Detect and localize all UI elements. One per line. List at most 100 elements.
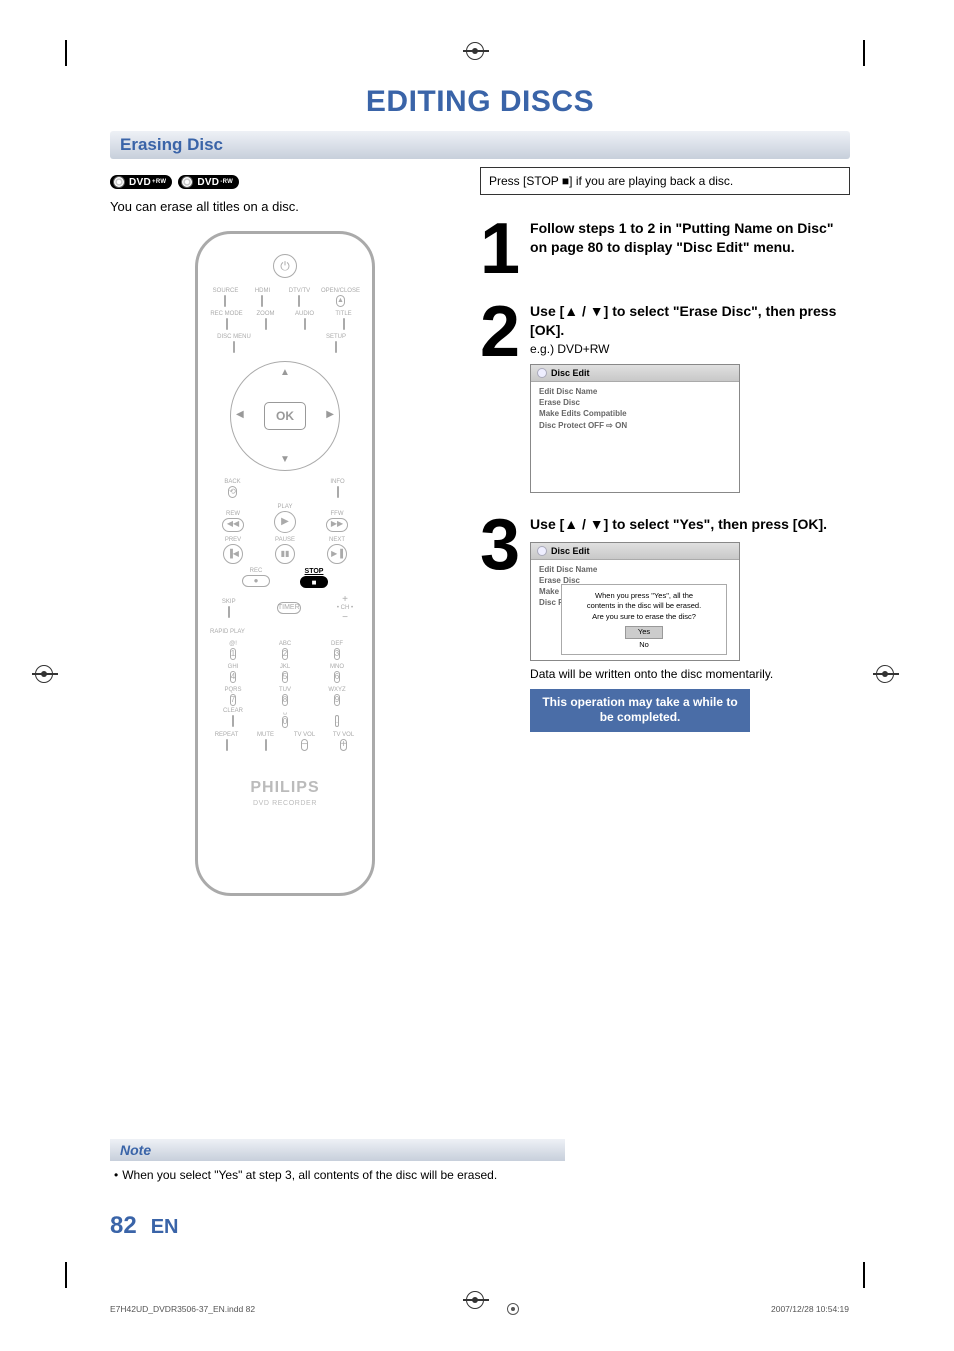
num-button: 6 <box>334 671 340 683</box>
page-footer: 82 EN <box>110 1212 179 1240</box>
btn-label: TV VOL <box>333 732 354 738</box>
vol-down-icon: − <box>301 739 309 751</box>
num-label: GHI <box>228 664 239 670</box>
popup-line: contents in the disc will be erased. <box>568 601 720 612</box>
generic-button <box>337 486 339 498</box>
btn-label: SKIP <box>222 599 236 605</box>
btn-label: ZOOM <box>257 311 275 317</box>
num-button: 8 <box>282 694 288 706</box>
menu-item: Edit Disc Name <box>539 564 731 575</box>
arrow-left-icon: ◀ <box>236 409 244 420</box>
eject-icon: ▲ <box>336 295 345 307</box>
num-label: WXYZ <box>328 687 345 693</box>
generic-button <box>228 606 230 618</box>
btn-label: REW <box>226 511 240 517</box>
page-number: 82 <box>110 1212 137 1240</box>
note-text: When you select "Yes" at step 3, all con… <box>122 1167 497 1184</box>
btn-label: SOURCE <box>213 288 239 294</box>
plus-icon: + <box>342 594 348 605</box>
btn-label: REPEAT <box>215 732 239 738</box>
rew-icon: ◀◀ <box>222 518 244 532</box>
num-button: 0 <box>282 716 288 728</box>
step-1: 1 Follow steps 1 to 2 in "Putting Name o… <box>480 219 850 280</box>
popup-option-yes: Yes <box>625 626 663 639</box>
registration-mark-icon <box>507 1303 519 1315</box>
minus-icon: − <box>342 612 348 623</box>
disc-icon <box>537 546 547 556</box>
generic-button <box>335 341 337 353</box>
btn-label: PAUSE <box>275 537 295 543</box>
btn-label: BACK <box>224 479 240 485</box>
dvd-rw-badge: DVD-RW <box>178 175 239 189</box>
disc-icon <box>537 368 547 378</box>
num-label: DEF <box>331 641 343 647</box>
num-label: ABC <box>279 641 291 647</box>
menu-item: Make Edits Compatible <box>539 408 731 419</box>
result-text: Data will be written onto the disc momen… <box>530 667 850 681</box>
btn-label: INFO <box>330 479 344 485</box>
brand-logo: PHILIPS <box>210 779 360 797</box>
menu-title: Disc Edit <box>531 365 739 382</box>
dpad: ▲ ▼ ◀ ▶ OK <box>230 361 340 471</box>
page-language: EN <box>151 1216 179 1239</box>
prerequisite-box: Press [STOP ■] if you are playing back a… <box>480 167 850 195</box>
btn-label: CLEAR <box>223 708 243 714</box>
stop-label: STOP <box>305 568 324 575</box>
num-button: 9 <box>334 694 340 706</box>
step-3: 3 Use [▲ / ▼] to select "Yes", then pres… <box>480 515 850 732</box>
press-text: Press [STOP ■] if you are playing back a… <box>489 174 733 188</box>
generic-button <box>298 295 300 307</box>
section-heading-bar: Erasing Disc <box>110 131 850 159</box>
step-text: Follow steps 1 to 2 in "Putting Name on … <box>530 219 850 257</box>
btn-label: REC MODE <box>210 311 242 317</box>
crop-mark-icon <box>65 1262 67 1288</box>
menu-title-text: Disc Edit <box>551 368 590 378</box>
print-footer: E7H42UD_DVDR3506-37_EN.indd 82 2007/12/2… <box>110 1303 849 1315</box>
note-box: Note When you select "Yes" at step 3, al… <box>110 1139 565 1190</box>
stop-button-highlighted: ■ <box>300 576 328 588</box>
menu-item: Disc Protect OFF ⇨ ON <box>539 420 731 431</box>
dot-button: . <box>335 715 339 727</box>
num-label: JKL <box>280 664 290 670</box>
btn-label: PREV <box>225 537 241 543</box>
num-button: 5 <box>282 671 288 683</box>
btn-label: DISC MENU <box>217 334 251 340</box>
btn-label: • CH • <box>337 605 353 611</box>
arrow-down-icon: ▼ <box>280 454 290 465</box>
btn-label: SETUP <box>326 334 346 340</box>
btn-label: ␣ <box>283 708 287 715</box>
disc-icon <box>181 176 193 188</box>
num-button: 4 <box>230 671 236 683</box>
arrow-up-icon: ▲ <box>280 367 290 378</box>
rec-icon: ● <box>242 575 270 587</box>
btn-label: NEXT <box>329 537 345 543</box>
num-button: 1 <box>230 648 236 660</box>
play-icon: ▶ <box>274 511 296 533</box>
btn-label: MUTE <box>257 732 274 738</box>
registration-mark-icon <box>466 42 484 60</box>
print-date: 2007/12/28 10:54:19 <box>771 1304 849 1314</box>
btn-label: RAPID PLAY <box>210 629 360 635</box>
page-title: EDITING DISCS <box>110 85 850 119</box>
disc-edit-menu-confirm: Disc Edit Edit Disc Name Erase Disc Make… <box>530 542 740 661</box>
btn-label: TITLE <box>335 311 351 317</box>
dvd-rw-badge: DVD+RW <box>110 175 172 189</box>
num-label: TUV <box>279 687 291 693</box>
popup-option-no: No <box>627 640 661 651</box>
generic-button <box>261 295 263 307</box>
generic-button <box>343 318 345 330</box>
pause-icon: ▮▮ <box>275 544 295 564</box>
menu-title: Disc Edit <box>531 543 739 560</box>
disc-edit-menu: Disc Edit Edit Disc Name Erase Disc Make… <box>530 364 740 493</box>
btn-label: FFW <box>331 511 344 517</box>
operation-note: This operation may take a while to be co… <box>530 689 750 732</box>
step-2: 2 Use [▲ / ▼] to select "Erase Disc", th… <box>480 302 850 493</box>
step-text: Use [▲ / ▼] to select "Erase Disc", then… <box>530 302 850 340</box>
back-icon: ⟲ <box>228 486 237 498</box>
popup-line: Are you sure to erase the disc? <box>568 612 720 623</box>
btn-label: DTV/TV <box>289 288 310 294</box>
num-label: PQRS <box>224 687 241 693</box>
brand-subtitle: DVD RECORDER <box>210 800 360 807</box>
prev-icon: ▐◀ <box>223 544 243 564</box>
ok-button: OK <box>264 402 306 430</box>
